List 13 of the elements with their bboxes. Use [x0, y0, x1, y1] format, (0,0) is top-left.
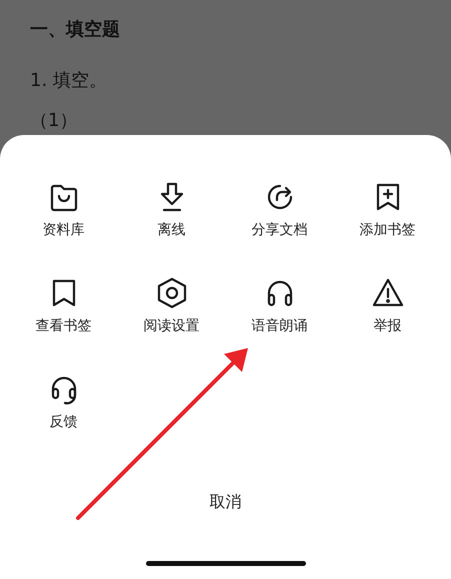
action-item[interactable]: 查看书签	[10, 276, 118, 334]
action-item[interactable]: 分享文档	[226, 180, 334, 238]
action-item[interactable]: 离线	[118, 180, 226, 238]
section-heading: 一、填空题	[30, 18, 121, 42]
document-text: 1. 填空。	[30, 70, 108, 92]
action-item[interactable]: 阅读设置	[118, 276, 226, 334]
cancel-button[interactable]: 取消	[198, 488, 254, 517]
action-item[interactable]: 语音朗诵	[226, 276, 334, 334]
document-text: （1）	[30, 110, 78, 132]
action-item[interactable]: 添加书签	[334, 180, 442, 238]
action-item[interactable]: 资料库	[10, 180, 118, 238]
action-item[interactable]: 举报	[334, 276, 442, 334]
action-item[interactable]: 反馈	[10, 372, 118, 430]
